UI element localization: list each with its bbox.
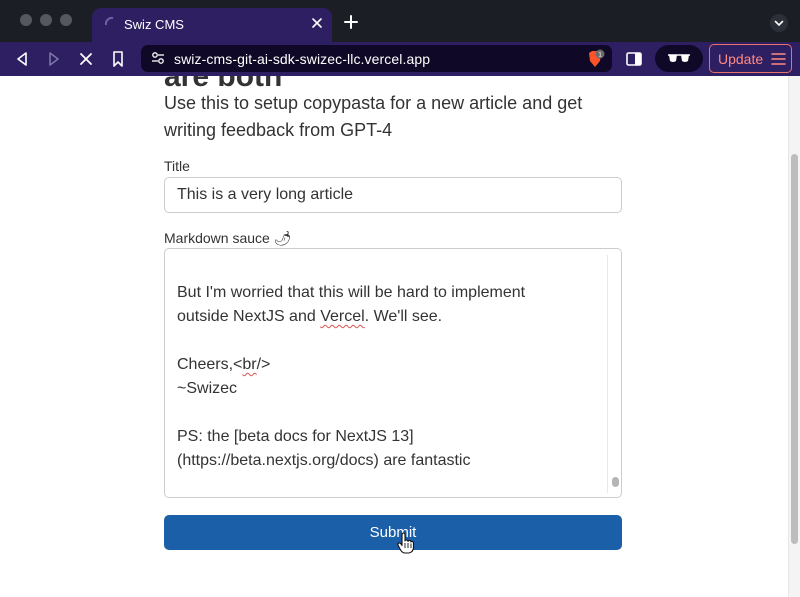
spellcheck-word: br (242, 356, 257, 373)
forward-icon[interactable] (44, 49, 64, 69)
url-text[interactable]: swiz-cms-git-ai-sdk-swizec-llc.vercel.ap… (174, 51, 430, 67)
browser-tab-strip: Swiz CMS (0, 0, 800, 42)
shield-count: 1 (598, 51, 602, 58)
markdown-textarea[interactable]: But I'm worried that this will be hard t… (164, 248, 622, 498)
new-tab-icon[interactable] (342, 13, 360, 31)
textarea-line: outside NextJS and Vercel. We'll see. (177, 308, 443, 325)
site-settings-icon[interactable] (150, 50, 166, 66)
title-label: Title (164, 158, 190, 174)
markdown-label: Markdown sauce 🌶 (164, 230, 292, 246)
private-window-badge[interactable] (655, 45, 703, 72)
textarea-line: (https://beta.nextjs.org/docs) are fanta… (177, 452, 471, 469)
glasses-icon (668, 54, 690, 62)
address-bar[interactable]: swiz-cms-git-ai-sdk-swizec-llc.vercel.ap… (141, 45, 612, 72)
page-scrollbar-thumb[interactable] (791, 154, 798, 544)
window-minimize-dot[interactable] (40, 14, 52, 26)
window-zoom-dot[interactable] (60, 14, 72, 26)
page-description: Use this to setup copypasta for a new ar… (164, 93, 583, 140)
hamburger-menu-icon (771, 53, 786, 65)
textarea-line: But I'm worried that this will be hard t… (177, 284, 526, 301)
close-tab-icon[interactable] (308, 14, 326, 32)
browser-toolbar: swiz-cms-git-ai-sdk-swizec-llc.vercel.ap… (0, 42, 800, 76)
spellcheck-word: Vercel (320, 308, 365, 325)
stop-loading-icon[interactable] (76, 49, 96, 69)
textarea-line: Cheers,<br/> (177, 356, 271, 373)
page-content: are both Use this to setup copypasta for… (0, 76, 800, 597)
title-input[interactable] (164, 177, 622, 213)
loading-favicon-icon (104, 16, 114, 26)
chevron-down-icon[interactable] (770, 14, 788, 32)
sidebar-icon[interactable] (624, 49, 644, 69)
tab-swiz-cms[interactable]: Swiz CMS (92, 8, 332, 42)
page-scrollbar-track[interactable] (788, 76, 800, 597)
window-close-dot[interactable] (20, 14, 32, 26)
update-label: Update (718, 51, 764, 67)
tab-title: Swiz CMS (124, 17, 184, 32)
textarea-scrollbar-thumb[interactable] (612, 477, 619, 487)
brave-shields-icon[interactable]: 1 (585, 49, 605, 69)
back-icon[interactable] (12, 49, 32, 69)
textarea-line: ~Swizec (177, 380, 238, 397)
hand-pointer-icon (397, 532, 415, 554)
textarea-line: PS: the [beta docs for NextJS 13] (177, 428, 414, 445)
textarea-scrollbar-track[interactable] (607, 255, 617, 493)
bookmark-icon[interactable] (108, 49, 128, 69)
update-button[interactable]: Update (709, 44, 792, 73)
submit-button[interactable]: Submit (164, 515, 622, 550)
